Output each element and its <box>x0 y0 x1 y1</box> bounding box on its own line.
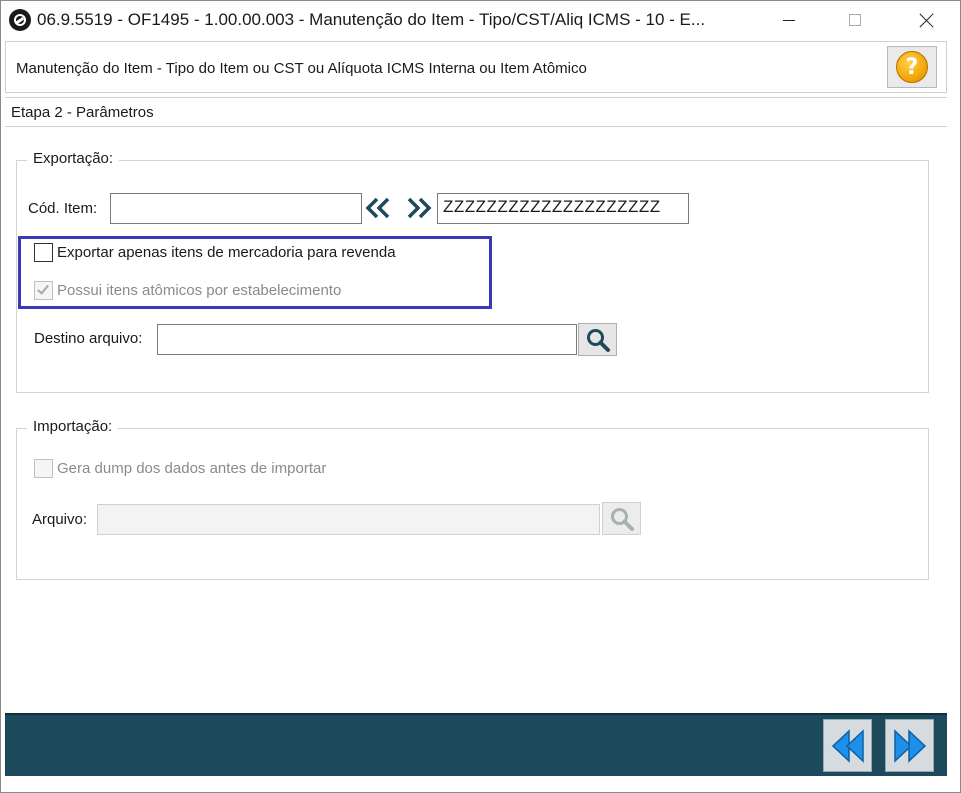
first-item-button[interactable] <box>363 193 393 223</box>
arquivo-input <box>97 504 600 535</box>
cod-item-to-input[interactable]: ZZZZZZZZZZZZZZZZZZZZ <box>437 193 689 224</box>
double-chevron-right-icon <box>407 197 432 219</box>
export-legend: Exportação: <box>27 150 120 167</box>
search-icon <box>610 507 634 531</box>
cod-item-label: Cód. Item: <box>28 200 98 217</box>
close-icon <box>919 12 935 28</box>
help-icon: ? <box>896 51 928 83</box>
checkmark-icon <box>37 282 49 295</box>
help-button[interactable]: ? <box>887 46 937 88</box>
atomicos-checkbox <box>34 281 53 300</box>
revenda-label[interactable]: Exportar apenas itens de mercadoria para… <box>57 244 396 261</box>
step-label: Etapa 2 - Parâmetros <box>11 104 154 121</box>
revenda-checkbox[interactable] <box>34 243 53 262</box>
last-item-button[interactable] <box>404 193 434 223</box>
next-step-icon <box>893 728 926 763</box>
title-bar: 06.9.5519 - OF1495 - 1.00.00.003 - Manut… <box>1 1 960 39</box>
arquivo-search-button <box>602 502 641 535</box>
cod-item-from-input[interactable] <box>110 193 362 224</box>
double-chevron-left-icon <box>365 197 390 219</box>
destino-search-button[interactable] <box>578 323 617 356</box>
next-step-button[interactable] <box>885 719 934 772</box>
dump-checkbox <box>34 459 53 478</box>
destino-label: Destino arquivo: <box>34 330 143 347</box>
dump-label: Gera dump dos dados antes de importar <box>57 460 327 477</box>
minimize-icon <box>783 19 795 21</box>
main-window: 06.9.5519 - OF1495 - 1.00.00.003 - Manut… <box>0 0 961 793</box>
page-title: Manutenção do Item - Tipo do Item ou CST… <box>16 60 587 77</box>
search-icon <box>586 328 610 352</box>
header-panel: Manutenção do Item - Tipo do Item ou CST… <box>5 41 947 93</box>
step-bar: Etapa 2 - Parâmetros <box>5 97 947 127</box>
previous-step-button[interactable] <box>823 719 872 772</box>
prev-step-icon <box>831 728 864 763</box>
close-button[interactable] <box>904 1 950 39</box>
maximize-icon <box>849 14 861 26</box>
destino-input[interactable] <box>157 324 577 355</box>
arquivo-label: Arquivo: <box>32 511 88 528</box>
app-icon[interactable] <box>9 9 31 31</box>
bottom-nav-bar <box>5 713 947 776</box>
atomicos-label: Possui itens atômicos por estabeleciment… <box>57 282 342 299</box>
maximize-button[interactable] <box>832 1 878 39</box>
window-title: 06.9.5519 - OF1495 - 1.00.00.003 - Manut… <box>37 10 706 29</box>
minimize-button[interactable] <box>766 1 812 39</box>
import-legend: Importação: <box>27 418 119 435</box>
